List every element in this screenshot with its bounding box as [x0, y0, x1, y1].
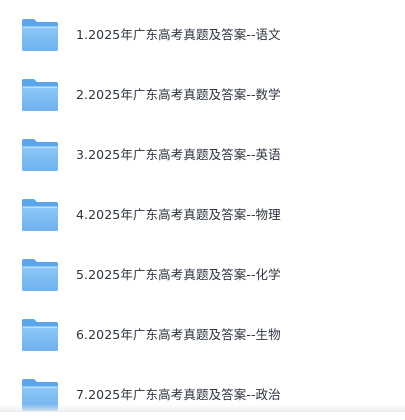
folder-name: 2.2025年广东高考真题及答案--数学: [76, 87, 281, 102]
folder-front: [22, 266, 58, 291]
folder-shine: [23, 387, 57, 388]
folder-name: 1.2025年广东高考真题及答案--语文: [76, 27, 281, 42]
folder-shine: [23, 327, 57, 328]
folder-icon: [21, 198, 59, 232]
folder-item-3[interactable]: 3.2025年广东高考真题及答案--英语: [0, 120, 405, 180]
folder-front: [22, 26, 58, 51]
folder-shine: [23, 147, 57, 148]
folder-shine: [23, 87, 57, 88]
folder-name: 7.2025年广东高考真题及答案--政治: [76, 387, 281, 402]
folder-item-6[interactable]: 6.2025年广东高考真题及答案--生物: [0, 300, 405, 360]
folder-front: [22, 326, 58, 351]
folder-item-2[interactable]: 2.2025年广东高考真题及答案--数学: [0, 60, 405, 120]
folder-icon: [21, 258, 59, 292]
folder-front: [22, 206, 58, 231]
folder-front: [22, 386, 58, 411]
folder-icon: [21, 378, 59, 412]
folder-list: 1.2025年广东高考真题及答案--语文 2.2025年广东高考真题及答案--数…: [0, 0, 405, 412]
folder-name: 5.2025年广东高考真题及答案--化学: [76, 267, 281, 282]
folder-shine: [23, 207, 57, 208]
folder-front: [22, 146, 58, 171]
folder-icon: [21, 18, 59, 52]
folder-icon: [21, 138, 59, 172]
folder-name: 3.2025年广东高考真题及答案--英语: [76, 147, 281, 162]
folder-icon: [21, 78, 59, 112]
folder-icon: [21, 318, 59, 352]
folder-item-7[interactable]: 7.2025年广东高考真题及答案--政治: [0, 360, 405, 420]
folder-item-1[interactable]: 1.2025年广东高考真题及答案--语文: [0, 0, 405, 60]
folder-item-4[interactable]: 4.2025年广东高考真题及答案--物理: [0, 180, 405, 240]
folder-name: 6.2025年广东高考真题及答案--生物: [76, 327, 281, 342]
folder-shine: [23, 27, 57, 28]
folder-front: [22, 86, 58, 111]
folder-shine: [23, 267, 57, 268]
folder-name: 4.2025年广东高考真题及答案--物理: [76, 207, 281, 222]
folder-item-5[interactable]: 5.2025年广东高考真题及答案--化学: [0, 240, 405, 300]
